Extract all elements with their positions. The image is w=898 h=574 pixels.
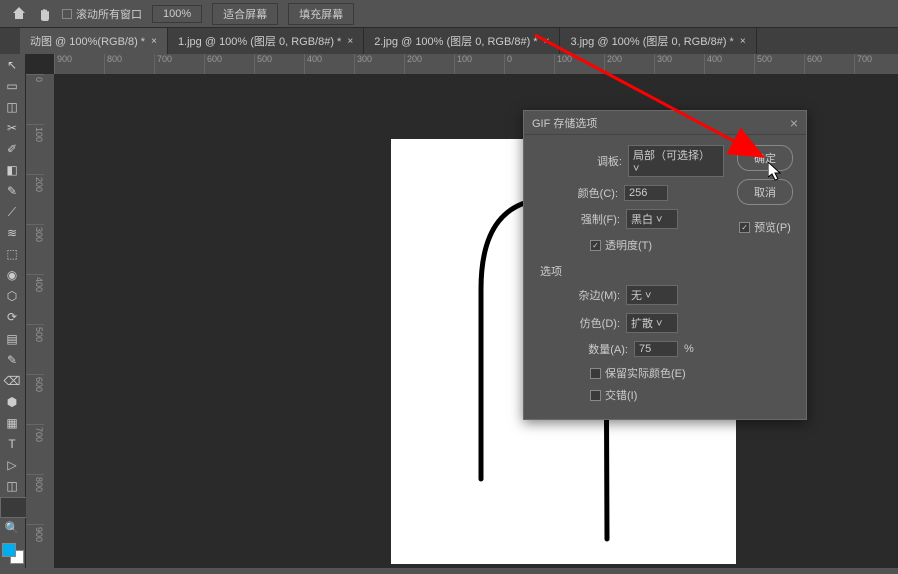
hand-tool-icon[interactable] [38,8,52,25]
close-icon[interactable]: × [790,115,798,131]
dialog-titlebar[interactable]: GIF 存储选项 × [524,111,806,135]
bucket-tool-icon[interactable]: ⬢ [0,391,24,412]
tab-2[interactable]: 2.jpg @ 100% (图层 0, RGB/8#) *× [364,28,560,54]
move-tool-icon[interactable]: ↖ [0,54,24,75]
zoom-tool-icon[interactable]: 🔍 [0,518,24,539]
blur-tool-icon[interactable]: ⬡ [0,286,24,307]
tab-3[interactable]: 3.jpg @ 100% (图层 0, RGB/8#) *× [560,28,756,54]
force-label: 强制(F): [581,211,620,227]
artboard-tool-icon[interactable]: ◫ [0,96,24,117]
gradient-tool-icon[interactable]: ≋ [0,223,24,244]
palette-label: 调板: [597,153,622,169]
clone-tool-icon[interactable]: ⟋ [0,202,24,223]
brush-tool-icon[interactable]: ✎ [0,180,24,201]
preview-label: 预览(P) [754,219,791,235]
cancel-button[interactable]: 取消 [737,179,793,205]
interlace-label: 交错(I) [605,387,637,403]
crop-tool-icon[interactable]: ✂ [0,117,24,138]
transparency-label: 透明度(T) [605,237,652,253]
matte-label: 杂边(M): [578,287,620,303]
dither-label: 仿色(D): [580,315,620,331]
dither-select[interactable]: 扩散 ˅ [626,313,678,333]
color-input[interactable] [624,185,668,201]
toolbox: ↖ ▭ ◫ ✂ ✐ ◧ ✎ ⟋ ≋ ⬚ ◉ ⬡ ⟳ ▤ ✎ ⌫ ⬢ ▦ T ▷ … [0,54,26,568]
frame-tool-icon[interactable]: ◧ [0,159,24,180]
preserve-exact-checkbox[interactable] [590,368,601,379]
pencil-tool-icon[interactable]: ✎ [0,349,24,370]
eyedropper-tool-icon[interactable]: ✐ [0,138,24,159]
color-swatch[interactable] [2,543,24,564]
patch-tool-icon[interactable]: ⬚ [0,244,24,265]
horizontal-ruler: 9008007006005004003002001000100200300400… [54,54,898,74]
close-icon[interactable]: × [544,36,550,47]
vertical-ruler: 0100200300400500600700800900 [26,74,54,574]
dialog-title: GIF 存储选项 [532,115,597,131]
options-section-label: 选项 [534,259,724,285]
color-label: 颜色(C): [578,185,618,201]
document-tabs: 动图 @ 100%(RGB/8) *× 1.jpg @ 100% (图层 0, … [0,28,898,54]
amount-input[interactable] [634,341,678,357]
palette-select[interactable]: 局部（可选择） ˅ [628,145,724,177]
fit-screen-button[interactable]: 适合屏幕 [212,3,278,25]
amount-label: 数量(A): [588,341,628,357]
interlace-checkbox[interactable] [590,390,601,401]
gif-save-options-dialog: GIF 存储选项 × 调板: 局部（可选择） ˅ 颜色(C): 强制(F): 黑… [523,110,807,420]
preserve-exact-label: 保留实际颜色(E) [605,365,686,381]
close-icon[interactable]: × [740,36,746,47]
rotate-tool-icon[interactable]: ⟳ [0,307,24,328]
close-icon[interactable]: × [151,36,157,47]
transparency-checkbox[interactable] [590,240,601,251]
amount-unit: % [684,343,724,355]
zoom-value-button[interactable]: 100% [152,5,202,23]
type-tool-icon[interactable]: T [0,433,24,454]
tab-0[interactable]: 动图 @ 100%(RGB/8) *× [20,28,168,54]
matte-select[interactable]: 无 ˅ [626,285,678,305]
scroll-all-windows-checkbox[interactable]: 滚动所有窗口 [62,6,142,22]
fill-screen-button[interactable]: 填充屏幕 [288,3,354,25]
history-brush-icon[interactable]: ▤ [0,328,24,349]
marquee-tool-icon[interactable]: ▭ [0,75,24,96]
path-select-icon[interactable]: ▷ [0,454,24,475]
home-icon[interactable] [12,6,26,23]
options-bar: 滚动所有窗口 100% 适合屏幕 填充屏幕 [0,0,898,28]
ok-button[interactable]: 确定 [737,145,793,171]
scroll-all-label: 滚动所有窗口 [76,6,142,22]
tab-1[interactable]: 1.jpg @ 100% (图层 0, RGB/8#) *× [168,28,364,54]
pen-tool-icon[interactable]: ▦ [0,412,24,433]
close-icon[interactable]: × [347,36,353,47]
eraser-tool-icon[interactable]: ⌫ [0,370,24,391]
lasso-tool-icon[interactable]: ◉ [0,265,24,286]
force-select[interactable]: 黑白 ˅ [626,209,678,229]
shape-tool-icon[interactable]: ◫ [0,476,24,497]
preview-checkbox[interactable] [739,222,750,233]
